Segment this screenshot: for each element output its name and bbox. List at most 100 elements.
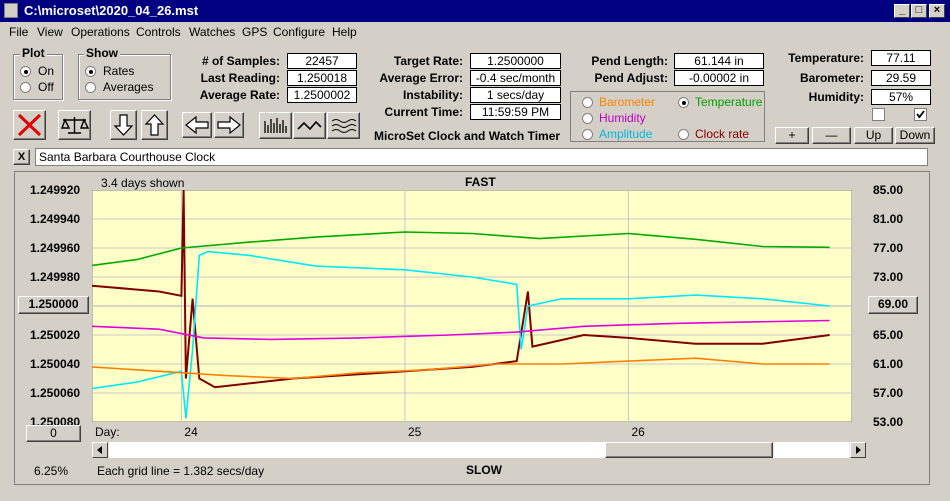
scroll-right-arrow-icon <box>856 446 861 454</box>
histogram-icon <box>264 118 287 133</box>
y-right-tick-label: 85.00 <box>873 183 904 197</box>
arrow-up-icon <box>144 114 165 136</box>
arrow-down-button[interactable] <box>110 110 137 140</box>
y-left-tick-label: 1.249920 <box>30 183 81 197</box>
instability-label: Instability: <box>402 88 463 102</box>
overlay-barometer-label: Barometer <box>599 95 656 109</box>
scroll-thumb[interactable] <box>605 442 773 458</box>
barometer-field: 29.59 <box>871 70 931 86</box>
clock-name-field[interactable]: Santa Barbara Courthouse Clock <box>35 148 928 166</box>
minimize-button[interactable]: _ <box>894 4 910 18</box>
scale-plus-button[interactable]: + <box>775 127 809 144</box>
samples-field: 22457 <box>287 53 357 69</box>
arrow-left-icon <box>185 115 209 135</box>
overlay-temperature-radio[interactable] <box>678 97 689 108</box>
barometer-label: Barometer: <box>799 71 864 85</box>
menu-file[interactable]: File <box>9 25 28 39</box>
checkbox-right[interactable] <box>914 108 927 121</box>
day-label: Day: <box>95 425 120 439</box>
pend-length-field[interactable]: 61.144 in <box>674 53 764 69</box>
pend-adjust-field: -0.00002 in <box>674 70 764 86</box>
show-averages-label: Averages <box>103 80 154 94</box>
show-rates-radio[interactable] <box>85 66 96 77</box>
show-averages-radio[interactable] <box>85 82 96 93</box>
y-right-tick-label: 57.00 <box>873 386 904 400</box>
menu-watches[interactable]: Watches <box>189 25 235 39</box>
arrow-up-button[interactable] <box>141 110 168 140</box>
show-rates-label: Rates <box>103 64 135 78</box>
y-left-tick-label: 1.250040 <box>30 357 81 371</box>
current-time-label: Current Time: <box>384 105 463 119</box>
arrow-down-icon <box>113 114 134 136</box>
show-group-title: Show <box>84 46 120 60</box>
y-right-tick-label: 81.00 <box>873 212 904 226</box>
average-error-field: -0.4 sec/month <box>470 70 561 86</box>
humidity-label: Humidity: <box>808 90 864 104</box>
scale-minus-button[interactable]: — <box>812 127 851 144</box>
humidity-field: 57% <box>871 89 931 105</box>
overlay-clock-rate-radio[interactable] <box>678 129 689 140</box>
menu-operations[interactable]: Operations <box>71 25 130 39</box>
app-icon <box>4 3 18 18</box>
wave-button[interactable] <box>293 112 326 139</box>
y-left-tick-label: 1.249980 <box>30 270 81 284</box>
overlay-amplitude-label: Amplitude <box>599 127 653 141</box>
slow-label: SLOW <box>466 463 502 477</box>
y-right-tick-label: 73.00 <box>873 270 904 284</box>
overlay-temperature-label: Temperature <box>695 95 763 109</box>
y-left-tick-label: 1.249940 <box>30 212 81 226</box>
checkbox-left[interactable] <box>872 108 885 121</box>
noise-wave-icon <box>331 119 357 133</box>
arrow-right-button[interactable] <box>214 112 244 138</box>
app-caption: MicroSet Clock and Watch Timer <box>374 129 561 143</box>
y-left-tick-label: 1.250060 <box>30 386 81 400</box>
histogram-button[interactable] <box>259 112 292 139</box>
y-right-tick-label: 65.00 <box>873 328 904 342</box>
scale-up-button[interactable]: Up <box>854 127 893 144</box>
scroll-left-arrow-icon <box>97 446 102 454</box>
last-reading-label: Last Reading: <box>200 71 280 85</box>
stop-button[interactable] <box>13 110 46 140</box>
plot-on-radio[interactable] <box>20 66 31 77</box>
days-shown-label: 3.4 days shown <box>101 176 185 190</box>
maximize-button[interactable]: □ <box>911 4 927 18</box>
overlay-humidity-radio[interactable] <box>582 113 593 124</box>
grid-note: Each grid line = 1.382 secs/day <box>97 464 265 478</box>
balance-button[interactable] <box>58 110 91 140</box>
close-window-button[interactable]: × <box>929 4 945 18</box>
target-rate-field[interactable]: 1.2500000 <box>470 53 561 69</box>
bottom-left-button[interactable]: 0 <box>26 425 81 442</box>
noise-button[interactable] <box>327 112 360 139</box>
x-tick-label: 26 <box>631 425 645 439</box>
scroll-track-left[interactable] <box>109 442 605 458</box>
wave-icon <box>297 120 322 131</box>
window-title: C:\microset\2020_04_26.mst <box>24 3 199 18</box>
average-rate-field: 1.2500002 <box>287 87 357 103</box>
right-center-button[interactable]: 69.00 <box>868 296 918 314</box>
arrow-left-button[interactable] <box>182 112 212 138</box>
menu-view[interactable]: View <box>37 25 63 39</box>
rate-chart <box>92 190 852 422</box>
overlay-amplitude-radio[interactable] <box>582 129 593 140</box>
menu-help[interactable]: Help <box>332 25 357 39</box>
title-bar: C:\microset\2020_04_26.mst _ □ × <box>0 0 950 22</box>
y-left-tick-label: 1.249960 <box>30 241 81 255</box>
temperature-field: 77.11 <box>871 50 931 66</box>
checkmark-icon <box>916 110 925 119</box>
pend-adjust-label: Pend Adjust: <box>594 71 668 85</box>
menu-configure[interactable]: Configure <box>273 25 325 39</box>
scroll-left-button[interactable] <box>92 442 108 458</box>
scale-down-button[interactable]: Down <box>895 127 935 144</box>
menu-gps[interactable]: GPS <box>242 25 267 39</box>
plot-off-radio[interactable] <box>20 82 31 93</box>
overlay-barometer-radio[interactable] <box>582 97 593 108</box>
clear-clock-button[interactable]: X <box>13 149 30 165</box>
fast-label: FAST <box>465 175 496 189</box>
scroll-track-right[interactable] <box>774 442 849 458</box>
plot-off-label: Off <box>38 80 54 94</box>
horizontal-scrollbar[interactable] <box>92 442 866 458</box>
average-error-label: Average Error: <box>379 71 463 85</box>
menu-controls[interactable]: Controls <box>136 25 181 39</box>
scroll-right-button[interactable] <box>850 442 866 458</box>
left-center-button[interactable]: 1.250000 <box>18 296 89 314</box>
